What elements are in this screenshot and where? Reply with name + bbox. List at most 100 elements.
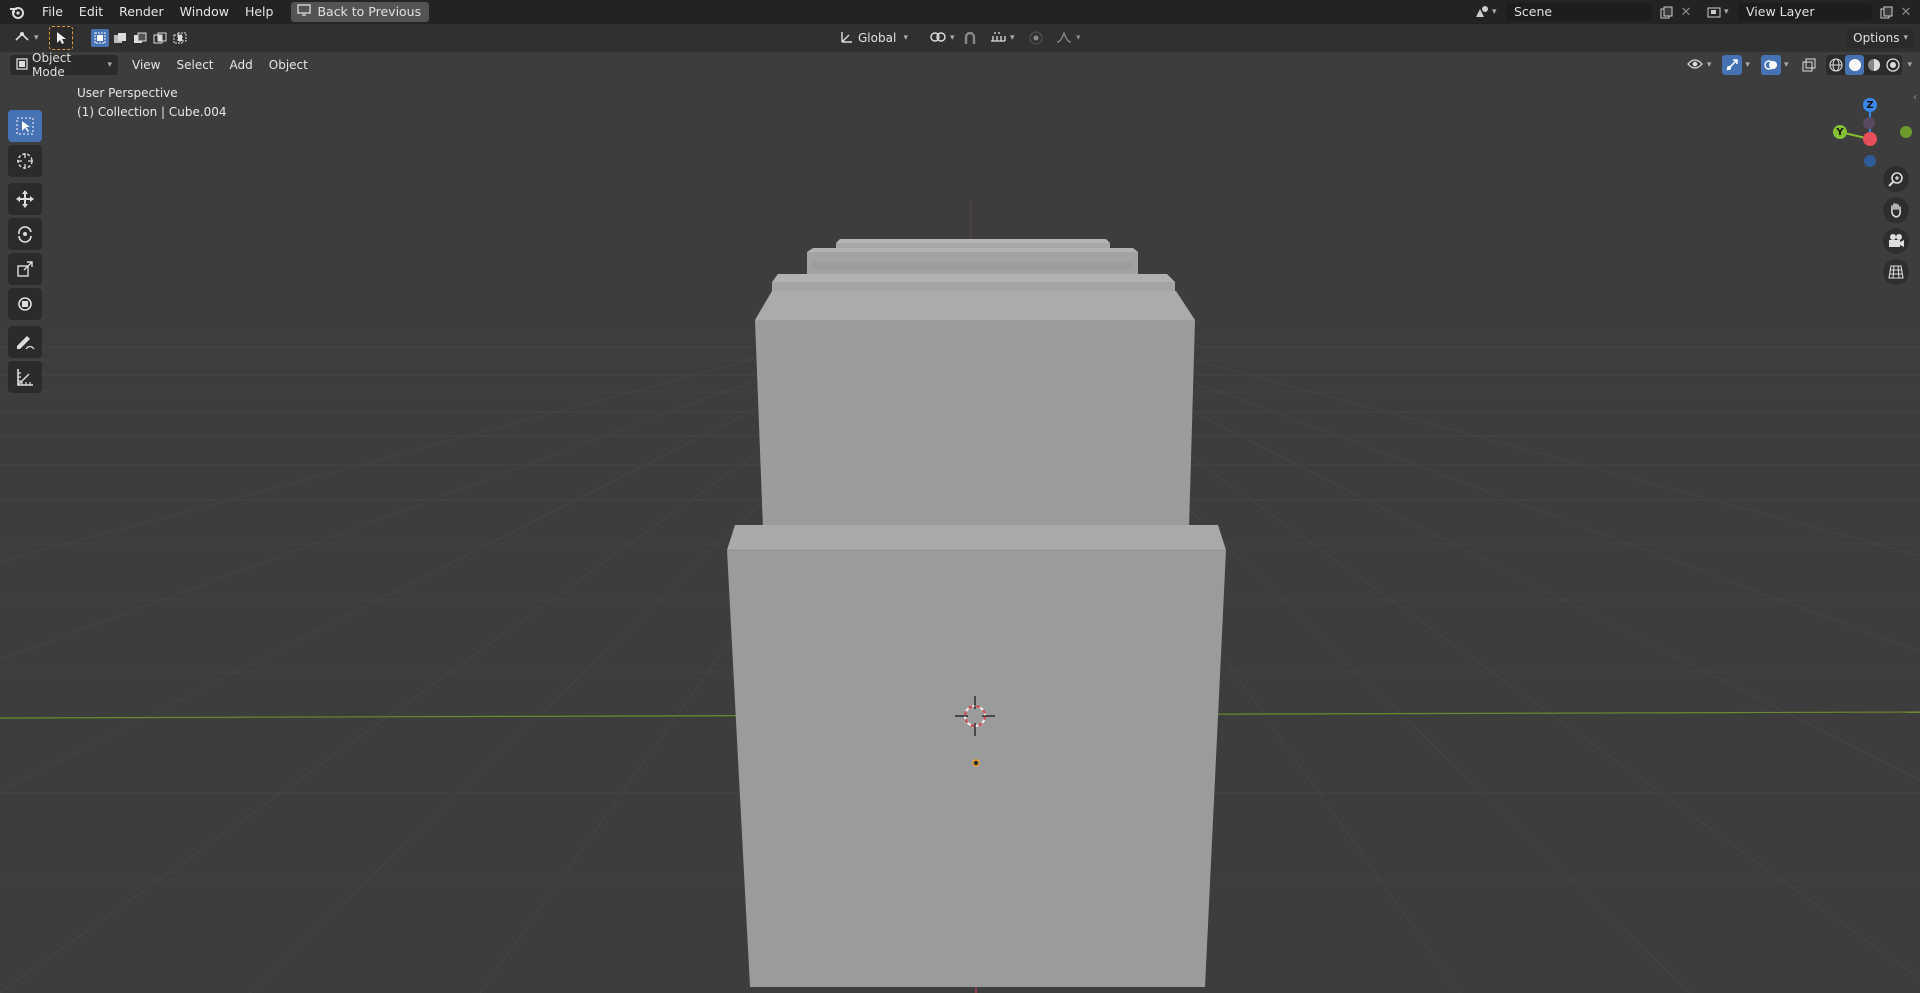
transform-orientation-label: Global [858,31,897,45]
snap-toggle-icon[interactable] [960,28,980,48]
falloff-curve-icon [1056,30,1072,46]
back-to-previous-button[interactable]: Back to Previous [291,2,430,22]
menu-file[interactable]: File [34,0,71,24]
view-name: User Perspective [77,86,178,100]
shading-mode-group [1826,55,1903,75]
selection-intersect-icon[interactable] [171,29,189,47]
chevron-down-icon[interactable]: ▾ [1745,60,1750,70]
gizmo-neg-x-axis[interactable] [1863,117,1875,129]
selection-extend-icon[interactable] [111,29,129,47]
tool-shelf [8,110,48,396]
pivot-icon [930,30,946,47]
chevron-down-icon: ▾ [1903,33,1908,43]
menu-view[interactable]: View [124,53,168,77]
gizmo-toggle-icon[interactable] [1722,55,1743,75]
transform-settings-group: Global ▾ ▾ ▾ ▾ [834,28,1081,48]
rotate-icon[interactable] [8,218,42,250]
selection-invert-icon[interactable] [151,29,169,47]
viewport-header: Object Mode ▾ View Select Add Object ▾ ▾… [0,51,1920,79]
editor-type-icon [14,30,30,47]
chevron-down-icon[interactable]: ▾ [1724,7,1732,17]
cube-middle[interactable] [755,291,1195,529]
3d-viewport[interactable]: User Perspective (1) Collection | Cube.0… [0,24,1920,993]
tool-mode-select-icon[interactable] [48,26,73,50]
selection-subtract-icon[interactable] [131,29,149,47]
menu-object[interactable]: Object [261,53,316,77]
transform-orientation-dropdown[interactable]: Global ▾ [834,28,914,48]
chevron-down-icon: ▾ [34,33,39,43]
rendered-shading-icon[interactable] [1883,55,1902,75]
chevron-down-icon: ▾ [903,33,908,43]
pivot-point-dropdown[interactable]: ▾ [924,28,956,48]
zoom-icon[interactable] [1883,166,1909,192]
overlays-toggle-icon[interactable] [1760,55,1781,75]
viewport-scene [0,24,1920,993]
active-object-context: (1) Collection | Cube.004 [77,105,227,119]
snap-target-dropdown[interactable]: ▾ [984,28,1016,48]
scene-name-field[interactable]: Scene [1506,3,1652,21]
xray-toggle-icon[interactable] [1799,55,1819,75]
gizmo-neg-y-axis[interactable] [1900,126,1912,138]
selection-mode-group [90,29,189,47]
screen-icon [297,2,312,22]
gizmo-neg-z-axis[interactable] [1864,155,1876,167]
menu-window[interactable]: Window [172,0,237,24]
solid-shading-icon[interactable] [1845,55,1865,75]
perspective-toggle-icon[interactable] [1883,259,1909,285]
transform-icon[interactable] [8,288,42,320]
cube-004-front[interactable] [727,525,1226,987]
chevron-down-icon[interactable]: ▾ [1907,60,1912,70]
chevron-down-icon[interactable]: ▾ [1492,7,1500,17]
scale-icon[interactable] [8,253,42,285]
chevron-down-icon: ▾ [1010,33,1015,43]
chevron-down-icon: ▾ [1076,33,1081,43]
proportional-editing-icon[interactable] [1026,28,1046,48]
camera-view-icon[interactable] [1883,228,1909,254]
select-box-icon[interactable] [8,110,42,142]
editor-type-selector[interactable]: ▾ [10,28,43,48]
menu-help[interactable]: Help [237,0,282,24]
gizmo-z-axis[interactable]: Z [1863,98,1877,112]
snap-increment-icon [990,31,1006,46]
new-scene-icon[interactable] [1656,2,1676,22]
view-layer-icon[interactable] [1704,2,1724,22]
options-dropdown[interactable]: Options ▾ [1847,28,1914,48]
sidebar-expand-icon[interactable]: ‹ [1913,92,1920,106]
cursor-icon[interactable] [8,145,42,177]
selection-new-icon[interactable] [90,29,109,47]
view-layer-name-field[interactable]: View Layer [1738,3,1872,21]
material-preview-icon[interactable] [1864,55,1883,75]
tool-settings-bar: ▾ Global ▾ ▾ ▾ ▾ Options ▾ [0,24,1920,52]
chevron-down-icon[interactable]: ▾ [1784,60,1789,70]
viewport-header-right: ▾ ▾ ▾ ▾ [1685,55,1912,75]
mode-dropdown[interactable]: Object Mode ▾ [10,51,118,79]
pan-hand-icon[interactable] [1883,197,1909,223]
visibility-dropdown[interactable]: ▾ [1685,55,1714,75]
delete-view-layer-icon[interactable]: ✕ [1896,2,1916,22]
blender-logo-icon[interactable] [0,5,34,19]
options-label: Options [1853,31,1900,45]
object-origin-icon [972,759,980,767]
new-view-layer-icon[interactable] [1876,2,1896,22]
menu-select[interactable]: Select [168,53,221,77]
move-icon[interactable] [8,183,42,215]
menu-add[interactable]: Add [222,53,261,77]
gizmo-x-axis[interactable] [1863,132,1877,146]
falloff-dropdown[interactable]: ▾ [1050,28,1081,48]
eye-icon [1687,58,1703,73]
scene-selector-icon[interactable] [1472,2,1492,22]
gizmo-y-axis[interactable]: Y [1833,125,1847,139]
menu-render[interactable]: Render [111,0,172,24]
chevron-down-icon: ▾ [950,33,955,43]
object-mode-icon [16,57,28,73]
measure-icon[interactable] [8,361,42,393]
back-to-previous-label: Back to Previous [317,4,422,19]
annotate-icon[interactable] [8,326,42,358]
scene-viewlayer-group: ▾ Scene ✕ ▾ View Layer ✕ [1472,0,1920,24]
wireframe-shading-icon[interactable] [1826,55,1845,75]
chevron-down-icon: ▾ [107,60,112,70]
mode-label: Object Mode [32,51,72,79]
menu-edit[interactable]: Edit [71,0,111,24]
delete-scene-icon[interactable]: ✕ [1676,2,1696,22]
top-menu-bar: File Edit Render Window Help Back to Pre… [0,0,1920,24]
